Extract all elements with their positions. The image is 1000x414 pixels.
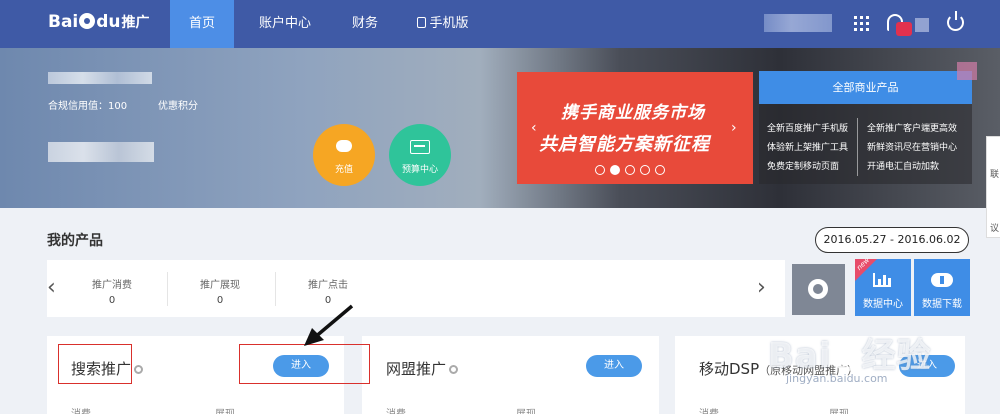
piggy-bank-icon xyxy=(336,140,352,152)
news-link[interactable]: 全新推广客户端更高效 xyxy=(867,120,957,139)
news-link[interactable]: 开通电汇自动加款 xyxy=(867,158,957,177)
logo-suffix: 推广 xyxy=(121,15,150,31)
promo-headline: 携手商业服务市场 xyxy=(561,103,705,123)
account-name-blurred xyxy=(48,72,152,84)
balance-blurred xyxy=(48,142,154,162)
budget-center-button[interactable]: 预算中心 xyxy=(389,124,451,186)
side-feedback-tab[interactable]: 联 议 xyxy=(986,136,1000,238)
news-col-right: 全新推广客户端更高效 新鲜资讯尽在营销中心 开通电汇自动加款 xyxy=(867,120,957,177)
top-navigation-bar: Bai du推广 首页 账户中心 财务 手机版 xyxy=(0,0,1000,48)
nav-item-home[interactable]: 首页 xyxy=(170,0,234,48)
baidu-jingyan-watermark: Bai 经验 jingyan.baidu.com xyxy=(768,308,1000,414)
carousel-dots xyxy=(595,165,665,175)
promo-carousel[interactable]: ‹ › 携手商业服务市场 共启智能方案新征程 xyxy=(517,72,753,184)
carousel-next-icon[interactable]: › xyxy=(731,120,737,136)
date-range-picker[interactable]: 2016.05.27 - 2016.06.02 xyxy=(815,227,969,253)
annotation-box-enter xyxy=(239,344,370,384)
paw-icon xyxy=(79,13,96,29)
power-icon[interactable] xyxy=(947,11,964,31)
annotation-arrow-icon xyxy=(304,304,354,346)
notification-blurred xyxy=(915,18,929,32)
carousel-dot[interactable] xyxy=(595,165,605,175)
carousel-dot[interactable] xyxy=(655,165,665,175)
news-link[interactable]: 体验新上架推广工具 xyxy=(767,139,848,158)
promo-subheadline: 共启智能方案新征程 xyxy=(539,134,710,155)
stat-impressions: 推广展现 0 xyxy=(200,280,240,306)
carousel-dot[interactable] xyxy=(640,165,650,175)
news-link[interactable]: 新鲜资讯尽在营销中心 xyxy=(867,139,957,158)
nav-item-mobile-version[interactable]: 手机版 xyxy=(394,0,492,48)
logo-text-bai: Bai xyxy=(48,12,79,32)
main-nav: 首页 账户中心 财务 手机版 xyxy=(170,0,492,48)
product-settings-icon[interactable] xyxy=(449,365,459,374)
watermark-url: jingyan.baidu.com xyxy=(786,372,888,385)
baidu-promotion-logo[interactable]: Bai du推广 xyxy=(48,12,150,32)
stats-strip: ‹ 推广消费 0 推广展现 0 推广点击 0 › xyxy=(47,260,785,317)
watermark-main: Bai 经验 xyxy=(768,336,932,376)
corner-blurred xyxy=(957,62,977,80)
carousel-dot-active[interactable] xyxy=(610,165,620,175)
all-products-button[interactable]: 全部商业产品 xyxy=(759,71,972,104)
cloud-download-icon xyxy=(931,273,953,287)
nav-item-finance[interactable]: 财务 xyxy=(336,0,394,48)
enter-button[interactable]: 进入 xyxy=(586,355,642,377)
gear-icon xyxy=(808,279,828,299)
username-blurred[interactable] xyxy=(764,14,832,32)
carousel-dot[interactable] xyxy=(625,165,635,175)
carousel-prev-icon[interactable]: ‹ xyxy=(531,120,537,136)
section-title: 我的产品 xyxy=(47,233,103,249)
product-news-panel: 全新百度推广手机版 体验新上架推广工具 免费定制移动页面 全新推广客户端更高效 … xyxy=(759,104,972,184)
budget-card-icon xyxy=(410,140,430,154)
notification-badge xyxy=(896,22,912,36)
recharge-button[interactable]: 充值 xyxy=(313,124,375,186)
news-link[interactable]: 全新百度推广手机版 xyxy=(767,120,848,139)
stat-cost: 推广消费 0 xyxy=(92,280,132,306)
logo-text-du: du xyxy=(96,12,121,32)
news-col-left: 全新百度推广手机版 体验新上架推广工具 免费定制移动页面 xyxy=(767,120,848,177)
news-divider xyxy=(857,118,858,176)
annotation-box-product-name xyxy=(58,344,132,384)
stats-prev-icon[interactable]: ‹ xyxy=(47,275,56,300)
product-card-union: 网盟推广 进入 消费 展现 xyxy=(362,336,659,414)
stats-next-icon[interactable]: › xyxy=(757,275,766,300)
product-settings-icon[interactable] xyxy=(134,365,144,374)
credit-score: 合规信用值：100 xyxy=(48,101,128,112)
apps-grid-icon[interactable] xyxy=(854,16,869,31)
news-link[interactable]: 免费定制移动页面 xyxy=(767,158,848,177)
product-name: 网盟推广 xyxy=(386,358,459,379)
discount-points-link[interactable]: 优惠积分 xyxy=(158,97,198,112)
nav-item-account-center[interactable]: 账户中心 xyxy=(234,0,336,48)
mobile-icon xyxy=(417,17,427,28)
paw-icon xyxy=(831,341,862,371)
